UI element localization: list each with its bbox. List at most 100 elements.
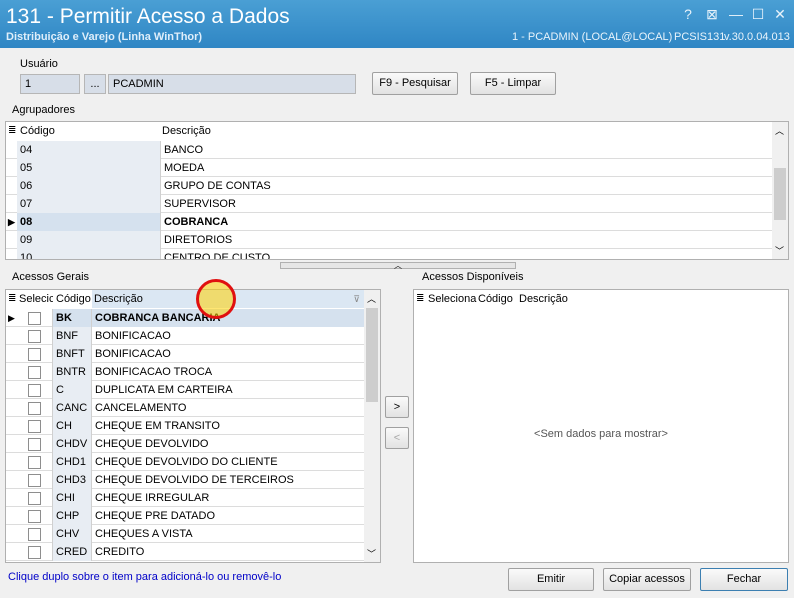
- acesso-geral-row[interactable]: BNTR BONIFICACAO TROCA: [6, 363, 364, 381]
- agrupador-descricao: SUPERVISOR: [164, 198, 236, 210]
- acesso-geral-row[interactable]: CHD1 CHEQUE DEVOLVIDO DO CLIENTE: [6, 453, 364, 471]
- agrupador-row[interactable]: 09 DIRETORIOS: [6, 231, 772, 249]
- ad-col-seleciona[interactable]: Seleciona: [428, 290, 476, 308]
- acessos-disponiveis-grid[interactable]: ≣ Seleciona Código Descrição <Sem dados …: [413, 289, 789, 563]
- acesso-geral-row[interactable]: CHP CHEQUE PRE DATADO: [6, 507, 364, 525]
- acesso-geral-row[interactable]: CRED CREDITO: [6, 543, 364, 561]
- acesso-codigo: CANC: [53, 399, 91, 417]
- select-checkbox[interactable]: [28, 348, 41, 361]
- select-checkbox[interactable]: [28, 456, 41, 469]
- select-checkbox[interactable]: [28, 420, 41, 433]
- ag-col-codigo[interactable]: Código: [56, 290, 91, 308]
- minimize-icon[interactable]: —: [728, 6, 744, 22]
- acesso-geral-row[interactable]: BNFT BONIFICACAO: [6, 345, 364, 363]
- cursor-highlight: [196, 279, 236, 319]
- select-checkbox[interactable]: [28, 438, 41, 451]
- fechar-button[interactable]: Fechar: [700, 568, 788, 591]
- agrupadores-grid[interactable]: ≣ Código Descrição 04 BANCO 05 MOEDA 06 GRUPO…: [5, 121, 789, 260]
- acesso-codigo: CHI: [53, 489, 91, 507]
- acesso-geral-row[interactable]: CHV CHEQUES A VISTA: [6, 525, 364, 543]
- column-chooser-icon[interactable]: ≣: [8, 122, 16, 140]
- status-version: v.30.0.04.013: [724, 31, 790, 43]
- acesso-geral-row[interactable]: ▶ BK COBRANCA BANCARIA: [6, 309, 364, 327]
- select-checkbox[interactable]: [28, 366, 41, 379]
- agrupador-row[interactable]: 10 CENTRO DE CUSTO: [6, 249, 772, 259]
- acesso-codigo: CH: [53, 417, 91, 435]
- ag-col-descricao-label: Descrição: [94, 293, 143, 305]
- ag-col-seleciona[interactable]: Selecic: [19, 290, 53, 308]
- column-chooser-icon[interactable]: ≣: [8, 290, 16, 308]
- select-checkbox[interactable]: [28, 330, 41, 343]
- usuario-lookup-button[interactable]: ...: [84, 74, 106, 94]
- select-checkbox[interactable]: [28, 510, 41, 523]
- agrupador-descricao: COBRANCA: [164, 216, 229, 228]
- clear-button[interactable]: F5 - Limpar: [470, 72, 556, 95]
- hint-text: Clique duplo sobre o item para adicioná-…: [8, 571, 282, 583]
- acesso-descricao: CHEQUES A VISTA: [95, 528, 193, 540]
- select-cell: [18, 381, 52, 399]
- select-checkbox[interactable]: [28, 402, 41, 415]
- ad-col-descricao[interactable]: Descrição: [519, 290, 568, 308]
- select-checkbox[interactable]: [28, 384, 41, 397]
- select-cell: [18, 489, 52, 507]
- select-cell: [18, 435, 52, 453]
- column-chooser-icon[interactable]: ≣: [416, 290, 424, 308]
- acessos-gerais-scrollbar[interactable]: ︿ ﹀: [364, 290, 380, 562]
- remove-access-button[interactable]: <: [385, 427, 409, 449]
- select-checkbox[interactable]: [28, 546, 41, 559]
- close-icon[interactable]: ✕: [772, 6, 788, 22]
- scroll-thumb[interactable]: [774, 168, 786, 220]
- status-program: PCSIS131: [674, 31, 726, 43]
- acesso-geral-row[interactable]: CH CHEQUE EM TRANSITO: [6, 417, 364, 435]
- scroll-up-icon[interactable]: ︿: [775, 124, 784, 137]
- scroll-down-icon[interactable]: ﹀: [775, 244, 784, 257]
- agrupador-row[interactable]: 07 SUPERVISOR: [6, 195, 772, 213]
- select-cell: [18, 543, 52, 561]
- acesso-geral-row[interactable]: CHDV CHEQUE DEVOLVIDO: [6, 435, 364, 453]
- usuario-code-field[interactable]: 1: [20, 74, 80, 94]
- acesso-codigo: BK: [53, 309, 91, 327]
- acesso-geral-row[interactable]: BNF BONIFICACAO: [6, 327, 364, 345]
- select-checkbox[interactable]: [28, 474, 41, 487]
- acesso-descricao: BONIFICACAO: [95, 330, 171, 342]
- copiar-acessos-button[interactable]: Copiar acessos: [603, 568, 691, 591]
- agrupadores-col-codigo[interactable]: Código: [20, 122, 55, 140]
- scroll-up-icon[interactable]: ︿: [367, 292, 376, 305]
- acessos-gerais-grid[interactable]: ≣ Selecic Código Descrição ⊽ ▶ BK COBRANCA…: [5, 289, 381, 563]
- agrupador-row[interactable]: 05 MOEDA: [6, 159, 772, 177]
- ad-col-codigo[interactable]: Código: [478, 290, 513, 308]
- agrupador-row[interactable]: 06 GRUPO DE CONTAS: [6, 177, 772, 195]
- agrupadores-scrollbar[interactable]: ︿ ﹀: [772, 122, 788, 259]
- agrupadores-col-descricao[interactable]: Descrição: [162, 122, 211, 140]
- search-button[interactable]: F9 - Pesquisar: [372, 72, 458, 95]
- acesso-codigo: CHD1: [53, 453, 91, 471]
- select-checkbox[interactable]: [28, 492, 41, 505]
- splitter-handle[interactable]: ︿: [280, 262, 516, 270]
- acesso-descricao: CREDITO: [95, 546, 145, 558]
- status-user: 1 - PCADMIN (LOCAL@LOCAL): [512, 31, 673, 43]
- agrupador-row[interactable]: ▶ 08 COBRANCA: [6, 213, 772, 231]
- select-cell: [18, 507, 52, 525]
- acesso-descricao: DUPLICATA EM CARTEIRA: [95, 384, 233, 396]
- help-icon[interactable]: ?: [680, 6, 696, 22]
- emitir-button[interactable]: Emitir: [508, 568, 594, 591]
- filter-icon[interactable]: ⊽: [353, 290, 360, 308]
- scroll-down-icon[interactable]: ﹀: [367, 547, 376, 560]
- select-cell: [18, 345, 52, 363]
- select-cell: [18, 309, 52, 327]
- acesso-geral-row[interactable]: CANC CANCELAMENTO: [6, 399, 364, 417]
- acesso-geral-row[interactable]: CHD3 CHEQUE DEVOLVIDO DE TERCEIROS: [6, 471, 364, 489]
- scroll-thumb[interactable]: [366, 308, 378, 402]
- acesso-descricao: CANCELAMENTO: [95, 402, 187, 414]
- usuario-label: Usuário: [20, 58, 58, 70]
- add-access-button[interactable]: >: [385, 396, 409, 418]
- restore-icon[interactable]: ⊠: [704, 6, 720, 22]
- acesso-geral-row[interactable]: C DUPLICATA EM CARTEIRA: [6, 381, 364, 399]
- select-checkbox[interactable]: [28, 528, 41, 541]
- select-checkbox[interactable]: [28, 312, 41, 325]
- window-title: 131 - Permitir Acesso a Dados: [6, 5, 290, 28]
- acesso-geral-row[interactable]: CHI CHEQUE IRREGULAR: [6, 489, 364, 507]
- agrupador-row[interactable]: 04 BANCO: [6, 141, 772, 159]
- maximize-icon[interactable]: ☐: [750, 6, 766, 22]
- usuario-name-field[interactable]: PCADMIN: [108, 74, 356, 94]
